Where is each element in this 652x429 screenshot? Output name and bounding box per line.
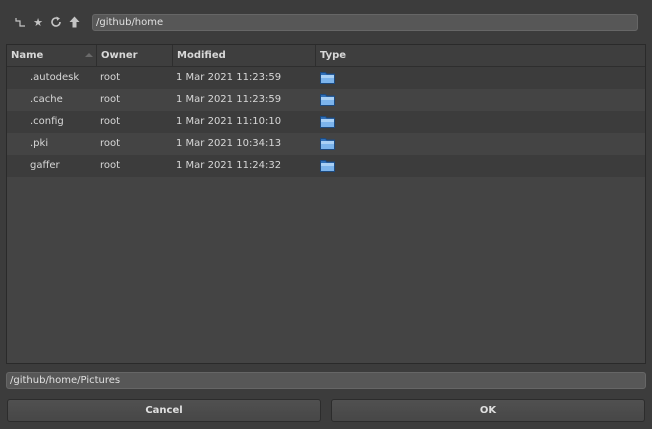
column-header-type[interactable]: Type (316, 45, 645, 67)
column-header-owner[interactable]: Owner (97, 45, 173, 67)
file-owner: root (100, 94, 121, 105)
list-item[interactable]: .pki root 1 Mar 2021 10:34:13 (7, 133, 645, 155)
file-modified: 1 Mar 2021 11:23:59 (176, 72, 282, 83)
ok-button[interactable]: OK (331, 399, 645, 422)
list-header: Name Owner Modified Type (7, 45, 645, 67)
file-name: .config (30, 116, 64, 127)
folder-icon (320, 93, 335, 106)
file-list[interactable]: Name Owner Modified Type .autodesk root 1 … (6, 44, 646, 364)
up-arrow-icon[interactable] (66, 14, 82, 30)
list-item[interactable]: .autodesk root 1 Mar 2021 11:23:59 (7, 67, 645, 89)
sort-ascending-icon (85, 53, 93, 57)
file-name: .pki (30, 138, 49, 149)
file-owner: root (100, 138, 121, 149)
folder-icon (320, 159, 335, 172)
list-item[interactable]: gaffer root 1 Mar 2021 11:24:32 (7, 155, 645, 177)
file-modified: 1 Mar 2021 11:23:59 (176, 94, 282, 105)
column-header-name-label: Name (11, 50, 44, 61)
file-name: .cache (30, 94, 63, 105)
file-owner: root (100, 116, 121, 127)
hierarchy-up-icon[interactable] (12, 14, 28, 30)
filename-input[interactable]: /github/home/Pictures (6, 372, 646, 389)
refresh-icon[interactable] (48, 14, 64, 30)
file-modified: 1 Mar 2021 10:34:13 (176, 138, 282, 149)
folder-icon (320, 137, 335, 150)
folder-icon (320, 115, 335, 128)
file-modified: 1 Mar 2021 11:24:32 (176, 160, 282, 171)
cancel-button[interactable]: Cancel (7, 399, 321, 422)
file-modified: 1 Mar 2021 11:10:10 (176, 116, 282, 127)
folder-icon (320, 71, 335, 84)
bookmark-star-icon[interactable]: ★ (30, 14, 46, 30)
list-body: .autodesk root 1 Mar 2021 11:23:59 .cache ro… (7, 67, 645, 177)
file-name: gaffer (30, 160, 60, 171)
toolbar: ★ /github/home (0, 0, 652, 44)
list-item[interactable]: .config root 1 Mar 2021 11:10:10 (7, 111, 645, 133)
file-dialog: ★ /github/home Name Owner Modified Type … (0, 0, 652, 429)
column-header-modified[interactable]: Modified (173, 45, 316, 67)
file-name: .autodesk (30, 72, 80, 83)
file-owner: root (100, 160, 121, 171)
column-header-name[interactable]: Name (7, 45, 97, 67)
path-input[interactable]: /github/home (92, 14, 638, 31)
file-owner: root (100, 72, 121, 83)
list-item[interactable]: .cache root 1 Mar 2021 11:23:59 (7, 89, 645, 111)
